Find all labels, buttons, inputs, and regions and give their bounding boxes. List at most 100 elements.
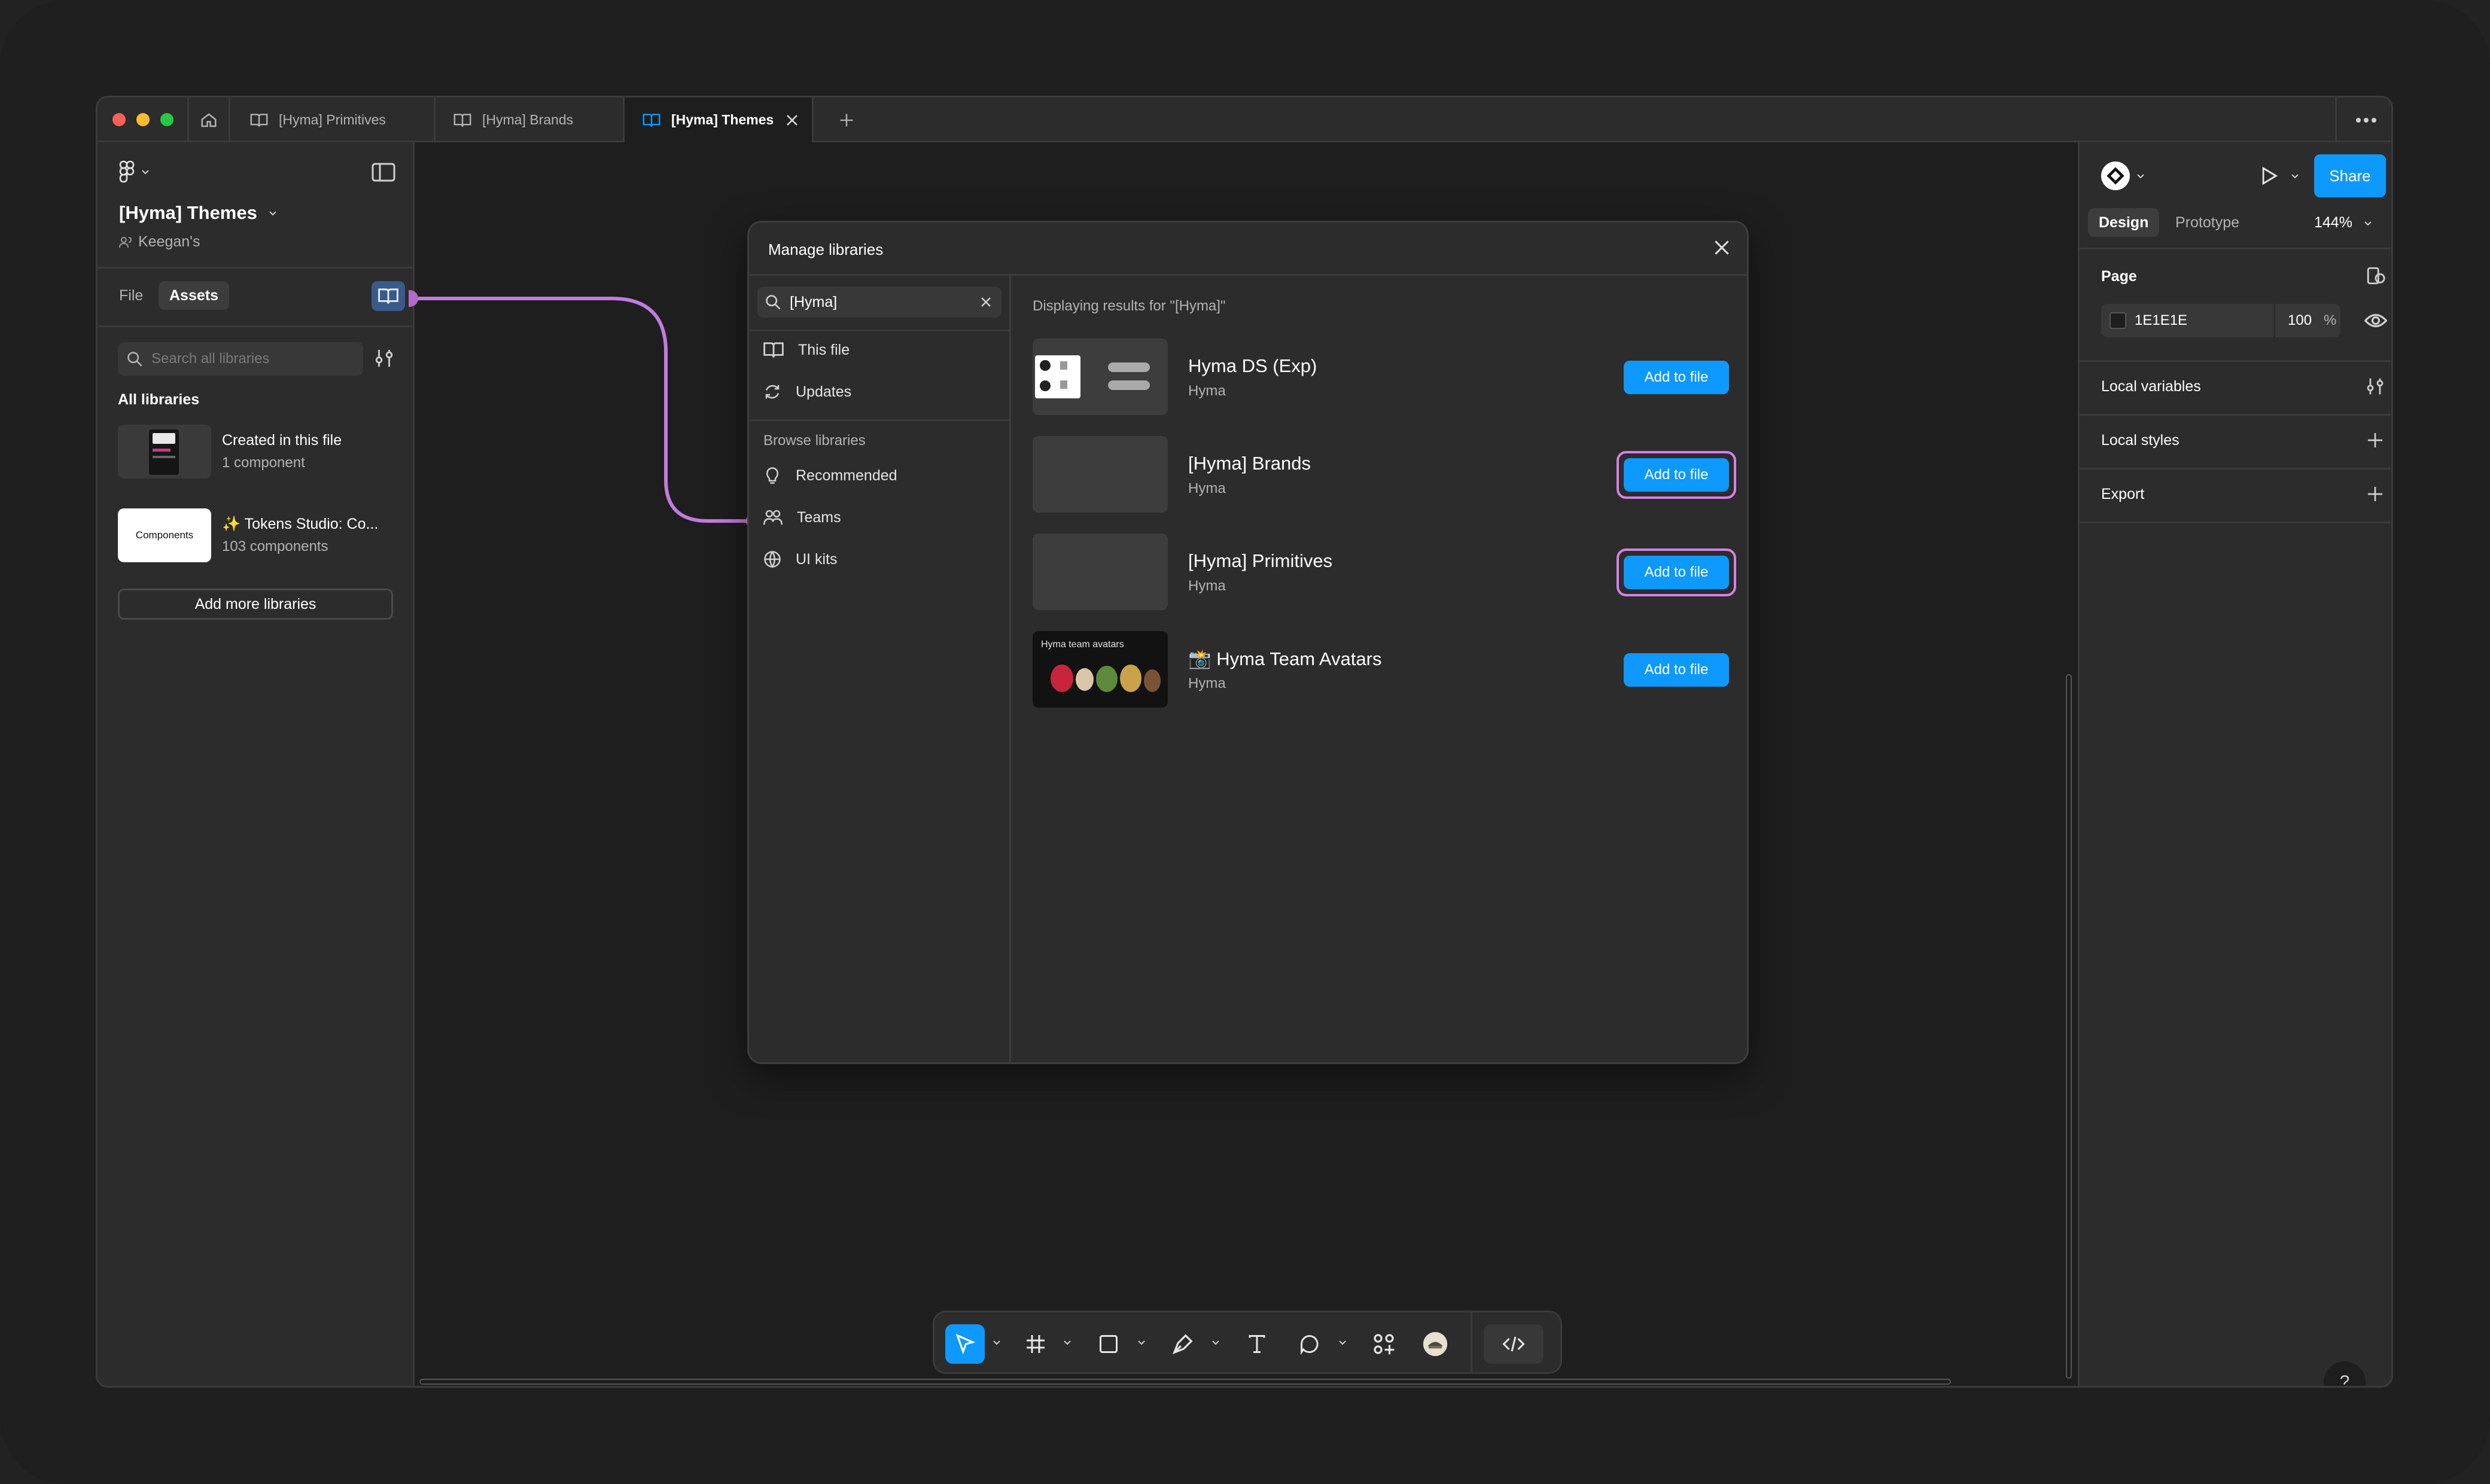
diamond-icon (2107, 167, 2124, 185)
horizontal-scrollbar[interactable] (419, 1379, 1951, 1385)
library-search-field[interactable]: [Hyma] (757, 287, 1002, 318)
plus-icon[interactable] (2366, 431, 2385, 450)
close-window-button[interactable] (112, 113, 126, 126)
share-button[interactable]: Share (2314, 154, 2386, 197)
vertical-scrollbar[interactable] (2066, 674, 2072, 1379)
help-button[interactable]: ? (2324, 1361, 2366, 1386)
local-styles-label: Local styles (2101, 432, 2179, 449)
zoom-dropdown[interactable]: 144% (2314, 214, 2373, 231)
modal-title: Manage libraries (768, 240, 884, 258)
chevron-down-icon[interactable] (1063, 1337, 1072, 1347)
more-menu-button[interactable] (2335, 97, 2391, 142)
play-icon[interactable] (2259, 165, 2279, 187)
library-thumbnail (1033, 534, 1168, 610)
chevron-down-icon[interactable] (1137, 1337, 1146, 1347)
text-tool[interactable] (1237, 1324, 1277, 1364)
nav-this-file[interactable]: This file (763, 332, 850, 368)
file-name-dropdown[interactable]: [Hyma] Themes (119, 202, 278, 224)
nav-teams[interactable]: Teams (763, 499, 841, 535)
plus-icon[interactable] (2366, 484, 2385, 504)
filter-icon[interactable] (374, 347, 394, 370)
divider (749, 419, 1011, 421)
toolbar-divider (1471, 1312, 1472, 1372)
rectangle-tool[interactable] (1089, 1324, 1128, 1364)
eye-icon[interactable] (2364, 311, 2387, 330)
dev-mode-toggle[interactable] (1484, 1324, 1544, 1364)
nav-label: Teams (797, 508, 841, 526)
clear-search-icon[interactable] (979, 295, 993, 309)
maximize-window-button[interactable] (160, 113, 173, 126)
search-value[interactable]: [Hyma] (790, 294, 837, 311)
chevron-down-icon[interactable] (1338, 1337, 1347, 1347)
divider (2080, 360, 2391, 362)
library-owner: Hyma (1188, 578, 1226, 594)
export-label: Export (2101, 486, 2145, 502)
add-to-file-button[interactable]: Add to file (1624, 361, 1729, 394)
comment-tool[interactable] (1290, 1324, 1329, 1364)
library-item-tokens-studio[interactable]: Components ✨ Tokens Studio: Co... 103 co… (118, 508, 393, 566)
text-icon (1249, 1335, 1265, 1353)
add-to-file-button[interactable]: Add to file (1624, 458, 1729, 492)
library-thumbnail (1033, 339, 1168, 415)
page-color-value[interactable]: 1E1E1E (2135, 312, 2187, 329)
main-menu-button[interactable] (119, 160, 150, 183)
page-fill-field[interactable]: 1E1E1E 100 % (2101, 304, 2340, 337)
close-icon[interactable] (1712, 238, 1731, 257)
thumbnail-title: Components (135, 529, 194, 541)
pen-tool[interactable] (1163, 1324, 1203, 1364)
modal-sidebar: [Hyma] This file Updates Browse librarie… (749, 276, 1011, 1062)
frame-tool[interactable] (1016, 1324, 1055, 1364)
tab-themes[interactable]: [Hyma] Themes (625, 97, 814, 142)
actions-tool[interactable] (1364, 1324, 1404, 1364)
add-to-file-button[interactable]: Add to file (1624, 556, 1729, 589)
plugin-tool[interactable] (1416, 1324, 1455, 1364)
library-item-created[interactable]: Created in this file 1 component (118, 425, 393, 482)
tab-primitives[interactable]: [Hyma] Primitives (232, 97, 436, 142)
chevron-down-icon[interactable] (2290, 171, 2300, 181)
tab-label: [Hyma] Primitives (279, 112, 386, 127)
variables-icon[interactable] (2366, 376, 2385, 397)
color-swatch[interactable] (2110, 312, 2126, 329)
library-result-row: Hyma DS (Exp) Hyma Add to file (1033, 339, 1733, 416)
avatar (2101, 161, 2130, 190)
tab-prototype[interactable]: Prototype (2175, 214, 2239, 231)
tab-design[interactable]: Design (2088, 208, 2160, 237)
team-icon (119, 236, 132, 248)
chevron-down-icon[interactable] (1211, 1337, 1220, 1347)
add-more-libraries-button[interactable]: Add more libraries (118, 589, 393, 620)
divider (2080, 468, 2391, 470)
add-to-file-button[interactable]: Add to file (1624, 653, 1729, 687)
library-result-row: [Hyma] Brands Hyma Add to file (1033, 436, 1736, 514)
figma-logo-icon (119, 160, 135, 183)
nav-updates[interactable]: Updates (763, 374, 851, 410)
minimize-window-button[interactable] (136, 113, 150, 126)
library-button[interactable] (372, 281, 405, 311)
chevron-down-icon (142, 170, 149, 175)
book-icon (763, 342, 784, 358)
home-button[interactable] (187, 97, 230, 142)
close-tab-icon[interactable] (785, 113, 799, 127)
results-label: Displaying results for "[Hyma]" (1033, 298, 1226, 314)
app-window: [Hyma] Primitives [Hyma] Brands [Hyma] T… (96, 96, 2393, 1388)
multiplayer-menu[interactable] (2101, 161, 2145, 190)
move-tool[interactable] (945, 1324, 985, 1364)
nav-recommended[interactable]: Recommended (763, 458, 897, 493)
new-tab-icon[interactable] (838, 112, 855, 129)
manage-libraries-modal: Manage libraries [Hyma] This file Update… (747, 221, 1749, 1064)
divider (749, 330, 1011, 331)
chevron-down-icon[interactable] (992, 1337, 1002, 1347)
library-search-input[interactable]: Search all libraries (118, 342, 363, 376)
page-styles-icon[interactable] (2366, 266, 2386, 286)
tab-file[interactable]: File (119, 287, 143, 304)
nav-ui-kits[interactable]: UI kits (763, 541, 837, 577)
library-owner: Hyma (1188, 675, 1226, 691)
local-variables-label[interactable]: Local variables (2101, 378, 2201, 395)
tab-brands[interactable]: [Hyma] Brands (436, 97, 625, 142)
tab-assets[interactable]: Assets (159, 281, 229, 310)
plugin-avatar-icon (1423, 1331, 1448, 1357)
toggle-sidebar-icon[interactable] (372, 163, 395, 182)
page-opacity-value[interactable]: 100 (2288, 312, 2312, 329)
team-link[interactable]: Keegan's (119, 233, 200, 251)
nav-label: Recommended (796, 467, 897, 484)
tab-label: [Hyma] Themes (671, 112, 774, 127)
